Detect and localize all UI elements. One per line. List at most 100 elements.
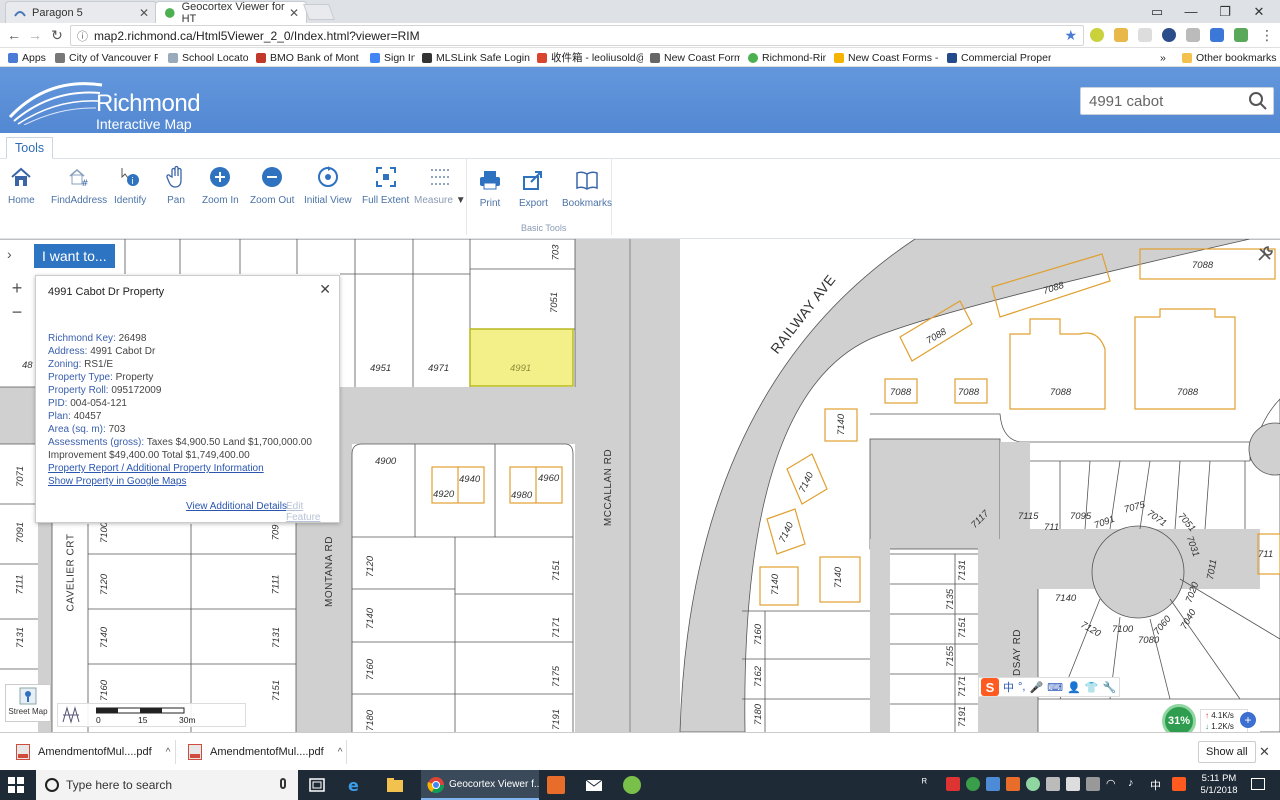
taskbar-clock[interactable]: 5:11 PM 5/1/2018 <box>1197 773 1241 797</box>
map-zoom-in-icon[interactable]: + <box>5 276 29 300</box>
wifi-icon[interactable]: ◠ <box>1106 777 1120 791</box>
extension-icon[interactable] <box>1186 28 1200 42</box>
ime-skin-icon[interactable]: 👕 <box>1085 681 1099 694</box>
chevron-up-icon[interactable]: ^ <box>166 747 171 758</box>
tray-security-icon[interactable] <box>966 777 980 791</box>
chevron-up-icon[interactable]: ^ <box>338 747 343 758</box>
search-icon[interactable] <box>1248 91 1268 111</box>
close-popup-icon[interactable]: ✕ <box>319 281 331 298</box>
google-maps-link[interactable]: Show Property in Google Maps <box>48 475 333 488</box>
close-tab-icon[interactable]: ✕ <box>289 6 299 20</box>
view-additional-details-link[interactable]: View Additional Details <box>186 501 287 512</box>
volume-icon[interactable]: ♪ <box>1128 777 1142 791</box>
mail-icon[interactable] <box>585 776 603 794</box>
download-item[interactable]: AmendmentofMul....pdf ^ <box>16 739 170 765</box>
battery-icon[interactable] <box>1086 777 1100 791</box>
bookmark-item[interactable]: Commercial Property <box>947 50 1051 65</box>
tray-antivirus-icon[interactable] <box>946 777 960 791</box>
bookmark-item[interactable]: BMO Bank of Montre <box>256 50 359 65</box>
ime-user-icon[interactable]: 👤 <box>1067 681 1081 694</box>
ime-punctuation-icon[interactable]: °, <box>1018 681 1025 693</box>
minimize-icon[interactable]: — <box>1174 0 1208 23</box>
app-icon[interactable] <box>623 776 641 794</box>
bookmark-item[interactable]: School Locator <box>168 50 248 65</box>
bookmark-item[interactable]: MLSLink Safe Login P <box>422 50 530 65</box>
export-button[interactable]: Export <box>519 168 548 216</box>
extension-icon[interactable] <box>1138 28 1152 42</box>
tab-paragon[interactable]: Paragon 5 ✕ <box>5 1 157 23</box>
bookmark-item[interactable]: Richmond-Rim <box>748 50 826 65</box>
bookmark-item[interactable]: City of Vancouver Pub <box>55 50 158 65</box>
notifications-icon[interactable] <box>1251 778 1265 790</box>
bookmark-item[interactable]: New Coast Forms <box>650 50 740 65</box>
identify-button[interactable]: i Identify <box>114 165 146 213</box>
map-zoom-out-icon[interactable]: − <box>5 300 29 324</box>
sogou-logo-icon[interactable]: S <box>981 678 999 696</box>
zoom-out-button[interactable]: Zoom Out <box>250 165 294 213</box>
ime-keyboard-icon[interactable]: ⌨ <box>1047 681 1063 694</box>
ime-settings-icon[interactable]: 🔧 <box>1102 681 1116 694</box>
extension-icon[interactable] <box>1090 28 1104 42</box>
tray-app-icon[interactable] <box>1046 777 1060 791</box>
tray-app-icon[interactable] <box>1006 777 1020 791</box>
bookmark-item[interactable]: 收件箱 - leoliusold@ <box>537 50 643 65</box>
selected-parcel-4991[interactable] <box>469 328 574 387</box>
tray-app-icon[interactable] <box>986 777 1000 791</box>
ime-voice-icon[interactable]: 🎤 <box>1029 681 1043 694</box>
sogou-tray-icon[interactable] <box>1172 777 1186 791</box>
ime-chinese-icon[interactable]: 中 <box>1003 679 1014 695</box>
full-extent-button[interactable]: Full Extent <box>362 165 409 213</box>
menu-dots-icon[interactable]: ⋮ <box>1258 26 1276 44</box>
extension-icon[interactable] <box>1162 28 1176 42</box>
edit-feature-link[interactable]: Edit Feature <box>286 501 339 523</box>
new-tab-button[interactable] <box>303 4 335 20</box>
task-view-icon[interactable] <box>308 776 326 794</box>
reload-icon[interactable]: ↻ <box>48 26 66 44</box>
map-tools-wrench-icon[interactable] <box>1256 245 1274 263</box>
street-map-basemap-button[interactable]: Street Map <box>5 684 51 722</box>
richmond-logo[interactable]: Richmond Interactive Map <box>8 75 208 132</box>
show-all-downloads-button[interactable]: Show all <box>1198 741 1256 763</box>
address-bar[interactable]: ⓘ map2.richmond.ca/Html5Viewer_2_0/Index… <box>70 25 1084 46</box>
tray-app-icon[interactable] <box>1026 777 1040 791</box>
i-want-to-button[interactable]: I want to... <box>34 244 115 268</box>
tab-tools[interactable]: Tools <box>6 137 54 159</box>
overview-map-icon[interactable] <box>62 706 80 724</box>
close-window-icon[interactable]: ✕ <box>1242 0 1276 23</box>
ime-language-icon[interactable]: 中 <box>1150 777 1164 792</box>
extension-icon[interactable] <box>1210 28 1224 42</box>
extension-icon[interactable] <box>1234 28 1248 42</box>
back-arrow-icon[interactable]: ← <box>5 26 23 44</box>
taskbar-app-chrome[interactable]: Geocortex Viewer f... <box>421 770 539 800</box>
address-search-input[interactable]: 4991 cabot <box>1080 87 1274 115</box>
tray-app-icon[interactable] <box>1066 777 1080 791</box>
windows-start-icon[interactable] <box>8 777 24 793</box>
bookmark-star-icon[interactable]: ★ <box>1064 27 1077 44</box>
download-item[interactable]: AmendmentofMul....pdf ^ <box>188 739 342 765</box>
bookmark-apps[interactable]: Apps <box>8 50 50 65</box>
tab-geocortex[interactable]: Geocortex Viewer for HT ✕ <box>155 1 307 25</box>
add-icon[interactable]: + <box>1240 712 1256 728</box>
app-icon[interactable] <box>547 776 565 794</box>
info-icon[interactable]: ⓘ <box>77 28 88 44</box>
bookmark-item[interactable]: New Coast Forms - G <box>834 50 938 65</box>
expand-panel-icon[interactable]: › <box>7 246 12 262</box>
home-button[interactable]: Home <box>8 165 35 213</box>
property-report-link[interactable]: Property Report / Additional Property In… <box>48 462 333 475</box>
edge-browser-icon[interactable]: e <box>346 776 364 794</box>
bookmark-item[interactable]: Sign In <box>370 50 415 65</box>
taskbar-search-box[interactable]: Type here to search <box>36 770 298 800</box>
print-button[interactable]: Print <box>478 168 502 216</box>
close-downloads-icon[interactable]: ✕ <box>1259 744 1270 760</box>
forward-arrow-icon[interactable]: → <box>26 26 44 44</box>
user-profile-icon[interactable]: ▭ <box>1140 0 1174 23</box>
extension-icon[interactable] <box>1114 28 1128 42</box>
more-bookmarks-button[interactable]: » <box>1160 50 1172 65</box>
close-tab-icon[interactable]: ✕ <box>139 6 149 20</box>
zoom-in-button[interactable]: Zoom In <box>202 165 239 213</box>
microphone-icon[interactable] <box>280 778 286 789</box>
people-icon[interactable]: ᴿ <box>922 777 936 791</box>
pan-button[interactable]: Pan <box>164 165 188 213</box>
restore-icon[interactable]: ❐ <box>1208 0 1242 23</box>
file-explorer-icon[interactable] <box>386 776 404 794</box>
